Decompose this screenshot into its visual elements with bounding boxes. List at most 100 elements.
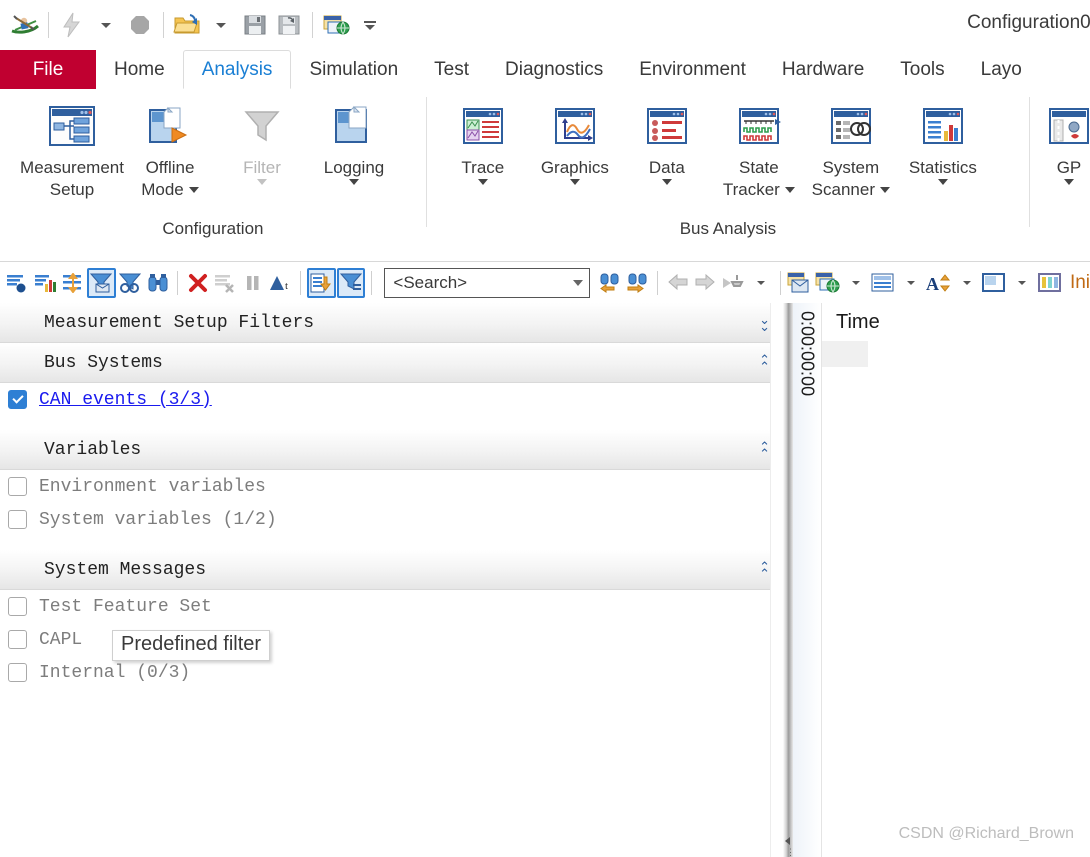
marker-jump-caret[interactable] [747, 268, 774, 298]
open-dropdown-caret[interactable] [204, 8, 238, 42]
predefined-filter-icon[interactable] [87, 268, 116, 298]
filter-row-can-events[interactable]: CAN events (3/3) [0, 383, 783, 416]
ribbon-button-logging[interactable]: Logging [308, 101, 400, 185]
ribbon-button-graphics[interactable]: Graphics [529, 101, 621, 185]
tab-simulation[interactable]: Simulation [291, 50, 416, 89]
chevron-down-icon[interactable] [784, 187, 795, 193]
chevron-down-icon[interactable] [1063, 179, 1074, 185]
show-all-messages-icon[interactable] [4, 268, 31, 298]
ribbon-label-line2 [569, 179, 580, 185]
tab-home[interactable]: Home [96, 50, 183, 89]
flash-dropdown-caret[interactable] [89, 8, 123, 42]
chevron-double-up-icon[interactable]: ⌃ ⌃ [759, 353, 770, 373]
chevron-down-icon[interactable] [569, 179, 580, 185]
customize-qat-caret[interactable] [353, 8, 387, 42]
section-measurement-setup-filters[interactable]: Measurement Setup Filters ⌄ ⌄ [0, 303, 783, 343]
filter-row-test-feature-set[interactable]: Test Feature Set [0, 590, 783, 623]
ribbon-button-statistics[interactable]: Statistics [897, 101, 989, 185]
scroll-left-arrow-icon[interactable] [785, 837, 790, 845]
configuration-web-icon[interactable] [319, 8, 353, 42]
tab-test[interactable]: Test [416, 50, 487, 89]
checkbox[interactable] [8, 510, 27, 529]
checkbox[interactable] [8, 390, 27, 409]
chevron-down-icon[interactable] [349, 179, 359, 185]
ribbon-label-line2 [661, 179, 672, 185]
delete-filter-icon[interactable] [184, 268, 211, 298]
search-input[interactable]: <Search> [384, 268, 591, 298]
section-variables[interactable]: Variables ⌃ ⌃ [0, 430, 783, 470]
canoe-logo-icon[interactable] [8, 8, 42, 42]
clear-list-icon[interactable] [212, 268, 239, 298]
ribbon-label-line1: System [822, 158, 880, 177]
checkbox[interactable] [8, 597, 27, 616]
chevron-down-icon[interactable] [937, 179, 948, 185]
checkbox[interactable] [8, 630, 27, 649]
find-next-icon[interactable] [625, 268, 652, 298]
chevron-down-icon[interactable] [477, 179, 488, 185]
ribbon-button-measurement-setup[interactable]: Measurement Setup [20, 101, 124, 201]
chevron-double-up-icon[interactable]: ⌃ ⌃ [759, 440, 770, 460]
filter-row-system-variables[interactable]: System variables (1/2) [0, 503, 783, 536]
filter-row-label[interactable]: CAN events (3/3) [39, 390, 212, 410]
expand-collapse-icon[interactable] [59, 268, 86, 298]
back-arrow-icon[interactable] [664, 268, 691, 298]
split-caret[interactable] [1009, 268, 1036, 298]
chevron-double-up-icon[interactable]: ⌃ ⌃ [759, 560, 770, 580]
chevron-down-icon[interactable] [661, 179, 672, 185]
analysis-filter-icon[interactable] [117, 268, 144, 298]
data-window-icon [642, 101, 692, 151]
layout-caret[interactable] [898, 268, 925, 298]
ribbon-button-trace[interactable]: Trace [437, 101, 529, 185]
tab-environment[interactable]: Environment [621, 50, 764, 89]
window-split-icon[interactable] [981, 268, 1008, 298]
apply-filter-down-icon[interactable] [306, 268, 336, 298]
tab-analysis[interactable]: Analysis [182, 50, 292, 89]
checkbox[interactable] [8, 477, 27, 496]
filter-config-icon[interactable] [336, 268, 366, 298]
columns-icon[interactable] [1036, 268, 1063, 298]
chevron-down-icon[interactable] [573, 280, 584, 286]
font-caret[interactable] [953, 268, 980, 298]
system-scanner-icon [826, 101, 876, 151]
tab-diagnostics[interactable]: Diagnostics [487, 50, 621, 89]
section-system-messages[interactable]: System Messages ⌃ ⌃ [0, 550, 783, 590]
tab-tools[interactable]: Tools [882, 50, 962, 89]
search-binoculars-icon[interactable] [145, 268, 172, 298]
pause-icon[interactable] [240, 268, 267, 298]
configuration-window-icon[interactable] [787, 268, 814, 298]
stop-icon[interactable] [123, 8, 157, 42]
ribbon-button-system-scanner[interactable]: System Scanner [805, 101, 897, 201]
ribbon-button-data[interactable]: Data [621, 101, 713, 185]
flash-icon[interactable] [55, 8, 89, 42]
section-bus-systems[interactable]: Bus Systems ⌃ ⌃ [0, 343, 783, 383]
tab-file[interactable]: File [0, 50, 96, 89]
ribbon-button-state-tracker[interactable]: State Tracker [713, 101, 805, 201]
chevron-down-icon[interactable] [257, 179, 267, 185]
marker-jump-icon[interactable] [720, 268, 747, 298]
chevron-double-down-icon[interactable]: ⌄ ⌄ [759, 313, 770, 333]
ribbon-button-filter[interactable]: Filter [216, 101, 308, 185]
filter-row-environment-variables[interactable]: Environment variables [0, 470, 783, 503]
ribbon-button-offline-mode[interactable]: Offline Mode [124, 101, 216, 201]
marker-text-icon[interactable]: t [267, 268, 294, 298]
layout-rows-icon[interactable] [870, 268, 897, 298]
tab-hardware[interactable]: Hardware [764, 50, 882, 89]
save-as-icon[interactable] [272, 8, 306, 42]
find-previous-icon[interactable] [597, 268, 624, 298]
web-caret[interactable] [842, 268, 869, 298]
panel-splitter[interactable]: ⋮ [783, 303, 795, 857]
chevron-down-icon[interactable] [880, 187, 890, 193]
tab-layout[interactable]: Layo [963, 50, 1040, 89]
filter-panel-scrollbar[interactable] [770, 303, 783, 857]
statistics-view-icon[interactable] [32, 268, 59, 298]
open-folder-icon[interactable] [170, 8, 204, 42]
font-size-icon[interactable]: A [926, 268, 953, 298]
toolbar-separator-1 [177, 271, 179, 295]
save-icon[interactable] [238, 8, 272, 42]
ribbon-group-configuration: Measurement Setup Offline Mode Filter Lo… [0, 89, 426, 261]
configuration-web-icon[interactable] [815, 268, 842, 298]
ribbon-button-gps[interactable]: GP [1044, 101, 1090, 185]
checkbox[interactable] [8, 663, 27, 682]
chevron-down-icon[interactable] [188, 187, 199, 193]
forward-arrow-icon[interactable] [692, 268, 719, 298]
